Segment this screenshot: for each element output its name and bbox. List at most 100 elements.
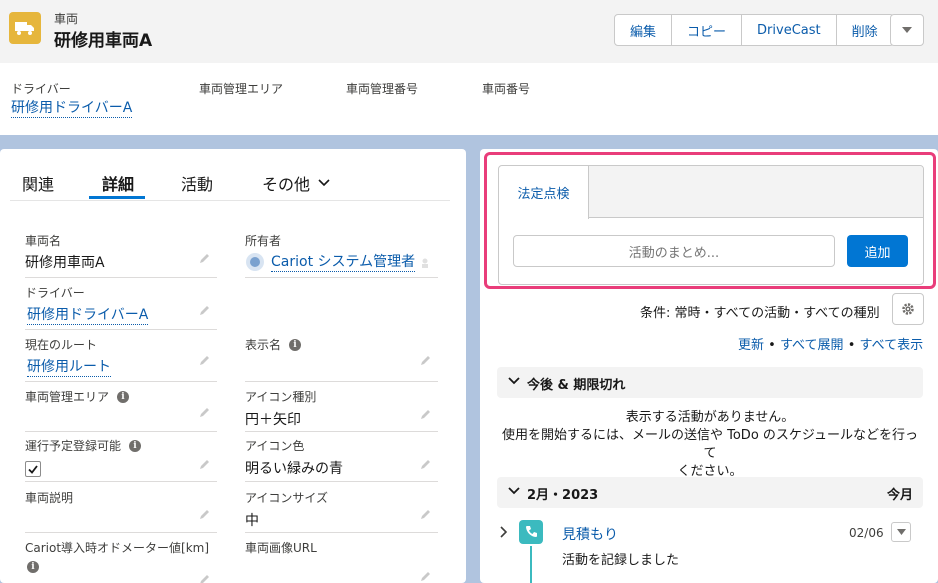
- activity-menu-button[interactable]: [891, 522, 911, 542]
- log-call-icon: [519, 520, 543, 544]
- record-title: 研修用車両A: [54, 31, 153, 51]
- current-month-badge: 今月: [886, 488, 913, 503]
- pencil-icon[interactable]: [199, 406, 211, 418]
- icon-type-label: アイコン種別: [245, 390, 317, 404]
- pencil-icon[interactable]: [199, 508, 211, 520]
- show-all-link[interactable]: すべて表示: [860, 338, 924, 353]
- month-section-header[interactable]: 2月・2023 今月: [497, 477, 923, 508]
- tab-inspection[interactable]: 法定点検: [499, 166, 589, 219]
- pencil-icon[interactable]: [420, 408, 432, 420]
- image-url-label: 車両画像URL: [245, 541, 317, 555]
- owner-label: 所有者: [245, 234, 282, 248]
- add-button[interactable]: 追加: [847, 235, 908, 267]
- filter-settings-button[interactable]: [892, 293, 924, 325]
- pencil-icon[interactable]: [199, 354, 211, 366]
- activity-publisher: 法定点検 活動のまとめ... 追加: [498, 165, 924, 285]
- timeline-connector: [530, 546, 532, 583]
- chevron-down-icon: [902, 27, 912, 33]
- route-label: 現在のルート: [25, 338, 98, 352]
- vehicle-name-value: 研修用車両A: [25, 255, 105, 271]
- field-divider: [25, 431, 217, 432]
- pencil-icon[interactable]: [420, 508, 432, 520]
- route-link[interactable]: 研修用ルート: [27, 358, 111, 377]
- field-divider: [25, 329, 217, 330]
- icon-size-value: 中: [245, 513, 259, 529]
- icon-color-value: 明るい緑みの青: [245, 461, 343, 477]
- highlight-vehicle-no-label: 車両番号: [482, 82, 531, 96]
- highlight-driver-link[interactable]: 研修用ドライバーA: [11, 99, 133, 118]
- expand-all-link[interactable]: すべて展開: [780, 338, 844, 353]
- activity-subtitle: 活動を記録しました: [562, 553, 680, 568]
- copy-button[interactable]: コピー: [672, 15, 743, 45]
- field-divider: [25, 381, 217, 382]
- info-icon[interactable]: i: [27, 561, 39, 573]
- chevron-down-icon: [508, 487, 520, 495]
- pencil-icon[interactable]: [420, 458, 432, 470]
- field-divider: [25, 277, 217, 278]
- field-divider: [25, 481, 217, 482]
- tab-more[interactable]: その他: [262, 171, 330, 195]
- field-divider: [25, 532, 217, 533]
- publisher-tabs: 法定点検: [499, 166, 923, 219]
- highlight-driver-label: ドライバー: [11, 82, 71, 96]
- action-button-group: 編集 コピー DriveCast 削除: [614, 14, 894, 46]
- record-tabs: 関連 詳細 活動 その他: [10, 149, 450, 201]
- icon-type-value: 円＋矢印: [245, 412, 301, 428]
- vehicle-name-label: 車両名: [25, 234, 62, 248]
- avatar: [246, 253, 264, 271]
- field-divider: [245, 381, 438, 382]
- owner-link[interactable]: Cariot システム管理者: [271, 253, 416, 272]
- icon-color-label: アイコン色: [245, 439, 305, 453]
- drivecast-button[interactable]: DriveCast: [742, 15, 837, 45]
- gear-icon: [902, 303, 914, 315]
- month-section-title: 2月・2023: [527, 488, 599, 503]
- field-divider: [245, 277, 438, 278]
- change-owner-icon[interactable]: [420, 257, 432, 269]
- pencil-icon[interactable]: [199, 304, 211, 316]
- info-icon[interactable]: i: [289, 338, 302, 351]
- info-icon[interactable]: i: [117, 390, 130, 403]
- activity-date: 02/06: [849, 526, 884, 540]
- info-icon[interactable]: i: [129, 439, 142, 452]
- description-label: 車両説明: [25, 491, 74, 505]
- empty-state-message: 表示する活動がありません。 使用を開始するには、メールの送信や ToDo のスケ…: [501, 410, 918, 479]
- chevron-down-icon: [896, 529, 906, 535]
- pencil-icon[interactable]: [420, 354, 432, 366]
- timeline-item: 見積もり 活動を記録しました 02/06: [497, 518, 923, 583]
- highlight-mgmt-no-label: 車両管理番号: [346, 82, 419, 96]
- activity-summary-input[interactable]: 活動のまとめ...: [513, 235, 835, 267]
- activity-title-link[interactable]: 見積もり: [562, 524, 618, 544]
- schedule-label: 運行予定登録可能 i: [25, 437, 142, 454]
- check-icon: [28, 464, 38, 474]
- driver-link[interactable]: 研修用ドライバーA: [27, 306, 149, 325]
- filter-summary: 条件: 常時・すべての活動・すべての種別: [640, 306, 880, 321]
- tab-activity[interactable]: 活動: [181, 171, 213, 195]
- icon-size-label: アイコンサイズ: [245, 491, 329, 505]
- separator: •: [847, 338, 856, 353]
- edit-button[interactable]: 編集: [615, 15, 673, 45]
- active-tab-indicator: [89, 196, 145, 199]
- truck-icon: [9, 12, 41, 44]
- delete-button[interactable]: 削除: [837, 15, 893, 45]
- tab-related[interactable]: 関連: [22, 171, 54, 195]
- pencil-icon[interactable]: [199, 573, 211, 583]
- field-divider: [245, 481, 438, 482]
- chevron-down-icon: [318, 179, 330, 187]
- schedule-checkbox: [25, 461, 41, 477]
- object-label: 車両: [54, 12, 79, 26]
- pencil-icon[interactable]: [420, 570, 432, 582]
- field-divider: [245, 431, 438, 432]
- driver-label: ドライバー: [25, 286, 85, 300]
- field-divider: [245, 532, 438, 533]
- display-name-label: 表示名 i: [245, 336, 302, 353]
- refresh-link[interactable]: 更新: [738, 338, 764, 353]
- tab-details[interactable]: 詳細: [102, 171, 134, 195]
- pencil-icon[interactable]: [199, 252, 211, 264]
- chevron-down-icon: [508, 377, 520, 385]
- separator: •: [768, 338, 776, 353]
- pencil-icon[interactable]: [199, 458, 211, 470]
- upcoming-section-header[interactable]: 今後 & 期限切れ: [497, 367, 923, 398]
- more-actions-button[interactable]: [890, 14, 924, 46]
- chevron-right-icon[interactable]: [500, 526, 508, 538]
- timeline-links: 更新 • すべて展開 • すべて表示: [738, 334, 923, 353]
